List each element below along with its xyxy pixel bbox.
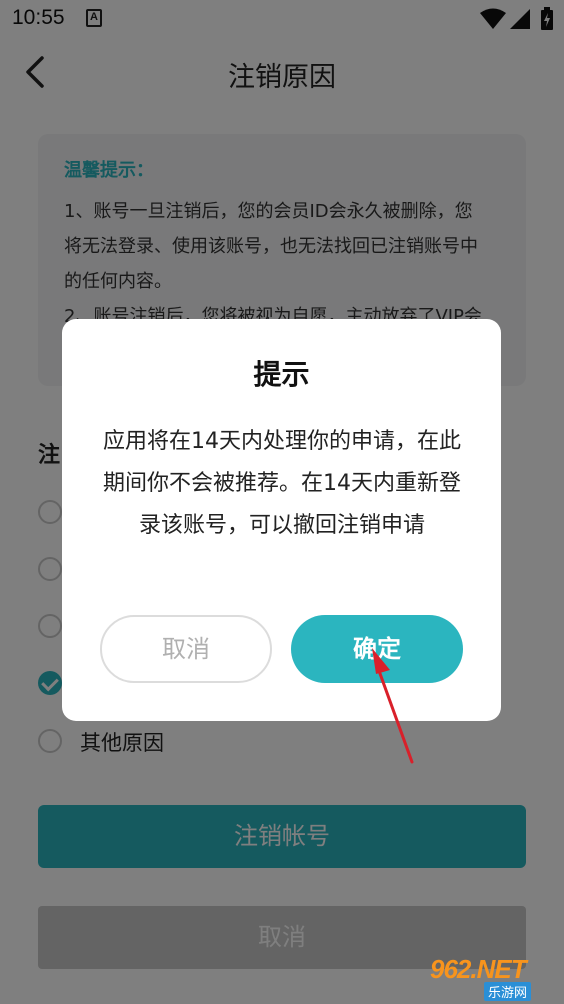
dialog-message: 应用将在14天内处理你的申请，在此期间你不会被推荐。在14天内重新登录该账号，可… <box>103 429 461 538</box>
dialog-title: 提示 <box>253 358 310 391</box>
watermark-logo: 962.NET 乐游网 <box>426 952 560 1001</box>
confirm-dialog: 提示 应用将在14天内处理你的申请，在此期间你不会被推荐。在14天内重新登录该账… <box>62 319 501 721</box>
watermark-brand: 962.NET <box>430 954 527 984</box>
watermark-sub: 乐游网 <box>484 982 532 1001</box>
dialog-cancel-button[interactable]: 取消 <box>100 615 272 683</box>
annotation-arrow-icon <box>372 648 414 764</box>
